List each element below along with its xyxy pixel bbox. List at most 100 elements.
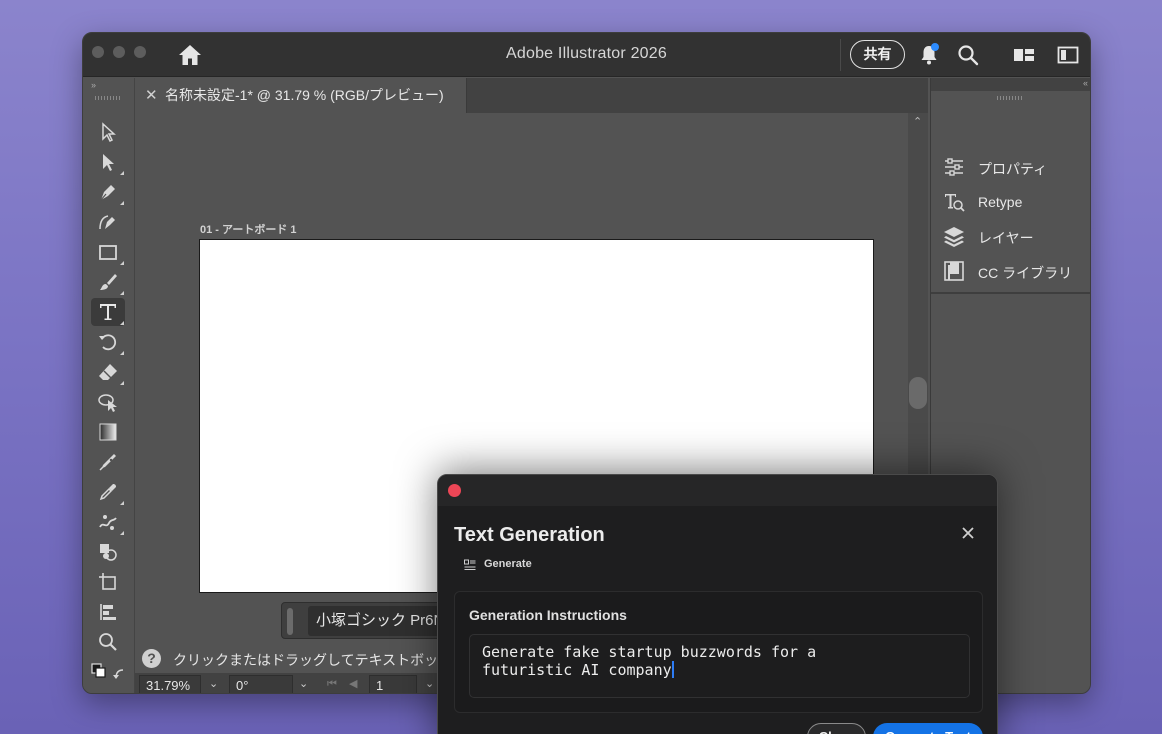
type-tool-icon [100,304,116,320]
text-caret [671,661,674,678]
status-hint-text: クリックまたはドラッグしてテキストボックス [173,652,466,668]
font-picker-grip[interactable] [287,608,293,635]
title-bar-divider [840,39,841,71]
fill-stroke-swap[interactable] [91,662,125,686]
selection-tool[interactable] [91,118,125,146]
tools-panel: ›› [83,78,135,693]
panel-item-properties[interactable]: プロパティ [931,151,1090,183]
document-tab-title: 名称未設定-1* @ 31.79 % (RGB/プレビュー) [165,87,444,103]
column-graph-tool[interactable] [91,598,125,626]
column-graph-tool-icon [100,604,116,620]
dialog-close-icon[interactable] [960,525,976,541]
eraser-tool[interactable] [91,358,125,386]
workspace-icon[interactable] [1013,46,1035,64]
zoom-tool[interactable] [91,628,125,656]
panel-item-retype[interactable]: Retype [931,186,1090,218]
right-panel-divider [931,292,1090,294]
tool-group-caret [120,501,124,505]
paintbrush-tool-icon [100,274,117,290]
type-tool[interactable] [91,298,125,326]
panel-item-cc-libraries[interactable]: CC ライブラリ [931,255,1090,287]
text-generation-dialog: Text Generation Generate Generation Inst… [437,474,998,734]
generation-prompt-input[interactable]: Generate fake startup buzzwords for a fu… [469,634,970,698]
rotation-dropdown-chevron-icon[interactable]: ⌄ [299,675,308,693]
previous-artboard-icon[interactable]: ◀ [349,675,357,693]
artboard-label[interactable]: 01 - アートボード 1 [200,221,297,237]
direct-selection-tool-icon [103,154,114,171]
panel-item-label: レイヤー [978,230,1034,246]
shape-builder-tool[interactable] [91,388,125,416]
panel-item-label: CC ライブラリ [978,265,1073,281]
artboard-dropdown-chevron-icon[interactable]: ⌄ [425,675,434,693]
generation-instructions-section: Generation Instructions Generate fake st… [454,591,983,713]
generate-tab[interactable]: Generate [484,558,532,570]
dialog-title: Text Generation [454,524,605,546]
shape-builder-tool-icon [98,394,117,412]
font-family-input[interactable]: 小塚ゴシック Pr6N [308,606,458,636]
rectangle-tool[interactable] [91,238,125,266]
generate-list-icon [464,559,476,570]
fill-stroke-swap-icon [91,663,124,679]
tool-group-caret [120,381,124,385]
pen-tool[interactable] [91,178,125,206]
rectangle-tool-icon [99,245,117,260]
collapse-panel-icon[interactable]: ‹‹ [1083,78,1088,88]
gradient-tool-icon [99,423,117,441]
rotate-tool-icon [99,334,117,351]
gradient-tool[interactable] [91,418,125,446]
eyedropper-tool-icon [99,484,116,501]
scroll-up-icon[interactable]: ⌃ [913,115,922,128]
right-panel-grip[interactable] [997,96,1023,100]
font-picker[interactable]: 小塚ゴシック Pr6N [281,602,458,639]
eraser-tool-icon [99,364,117,380]
right-panel-header: ‹‹ [931,78,1090,91]
tool-group-caret [120,321,124,325]
zoom-tool-icon [99,633,117,651]
puppet-warp-tool-icon [99,515,117,530]
tool-group-caret [120,171,124,175]
curvature-tool[interactable] [91,208,125,236]
search-icon[interactable] [957,44,979,66]
artboard-tool[interactable] [91,568,125,596]
paintbrush-tool[interactable] [91,268,125,296]
eyedropper-tool[interactable] [91,478,125,506]
generation-instructions-label: Generation Instructions [469,607,627,623]
tool-group-caret [120,351,124,355]
pen-tool-icon [100,185,115,201]
collapse-tools-icon[interactable]: ›› [91,80,96,90]
help-icon[interactable]: ? [142,649,161,668]
dialog-close-dot[interactable] [448,484,461,497]
properties-icon [945,158,963,176]
close-tab-icon[interactable]: ✕ [145,78,158,113]
layers-icon [944,227,964,247]
rotate-tool[interactable] [91,328,125,356]
document-tab[interactable]: ✕ 名称未設定-1* @ 31.79 % (RGB/プレビュー) [135,78,467,113]
panel-toggle-icon[interactable] [1057,46,1079,64]
zoom-dropdown-chevron-icon[interactable]: ⌄ [209,675,218,693]
artboard-tool-icon [99,573,116,590]
panel-item-label: Retype [978,194,1023,210]
retype-icon [945,194,965,212]
zoom-level-field[interactable]: 31.79% [139,675,201,693]
tool-group-caret [120,261,124,265]
direct-selection-tool[interactable] [91,148,125,176]
symbol-sprayer-tool[interactable] [91,538,125,566]
symbol-sprayer-tool-icon [100,544,117,561]
artboard-number-field[interactable]: 1 [369,675,417,693]
panel-item-layers[interactable]: レイヤー [931,220,1090,252]
cc-libraries-icon [944,261,964,281]
curvature-tool-icon [99,215,115,230]
puppet-warp-tool[interactable] [91,508,125,536]
close-button[interactable]: Close [807,723,866,734]
eyedropper-blend-tool[interactable] [91,448,125,476]
rotation-field[interactable]: 0° [229,675,293,693]
tool-group-caret [120,201,124,205]
selection-tool-icon [102,122,116,143]
first-artboard-icon[interactable]: ⏮ [327,675,337,693]
prompt-text: Generate fake startup buzzwords for a fu… [482,643,817,679]
scrollbar-thumb[interactable] [909,377,927,409]
share-button[interactable]: 共有 [850,40,905,69]
tool-group-caret [120,291,124,295]
tools-grip[interactable] [95,96,121,100]
generate-text-button[interactable]: Generate Text [873,723,983,734]
